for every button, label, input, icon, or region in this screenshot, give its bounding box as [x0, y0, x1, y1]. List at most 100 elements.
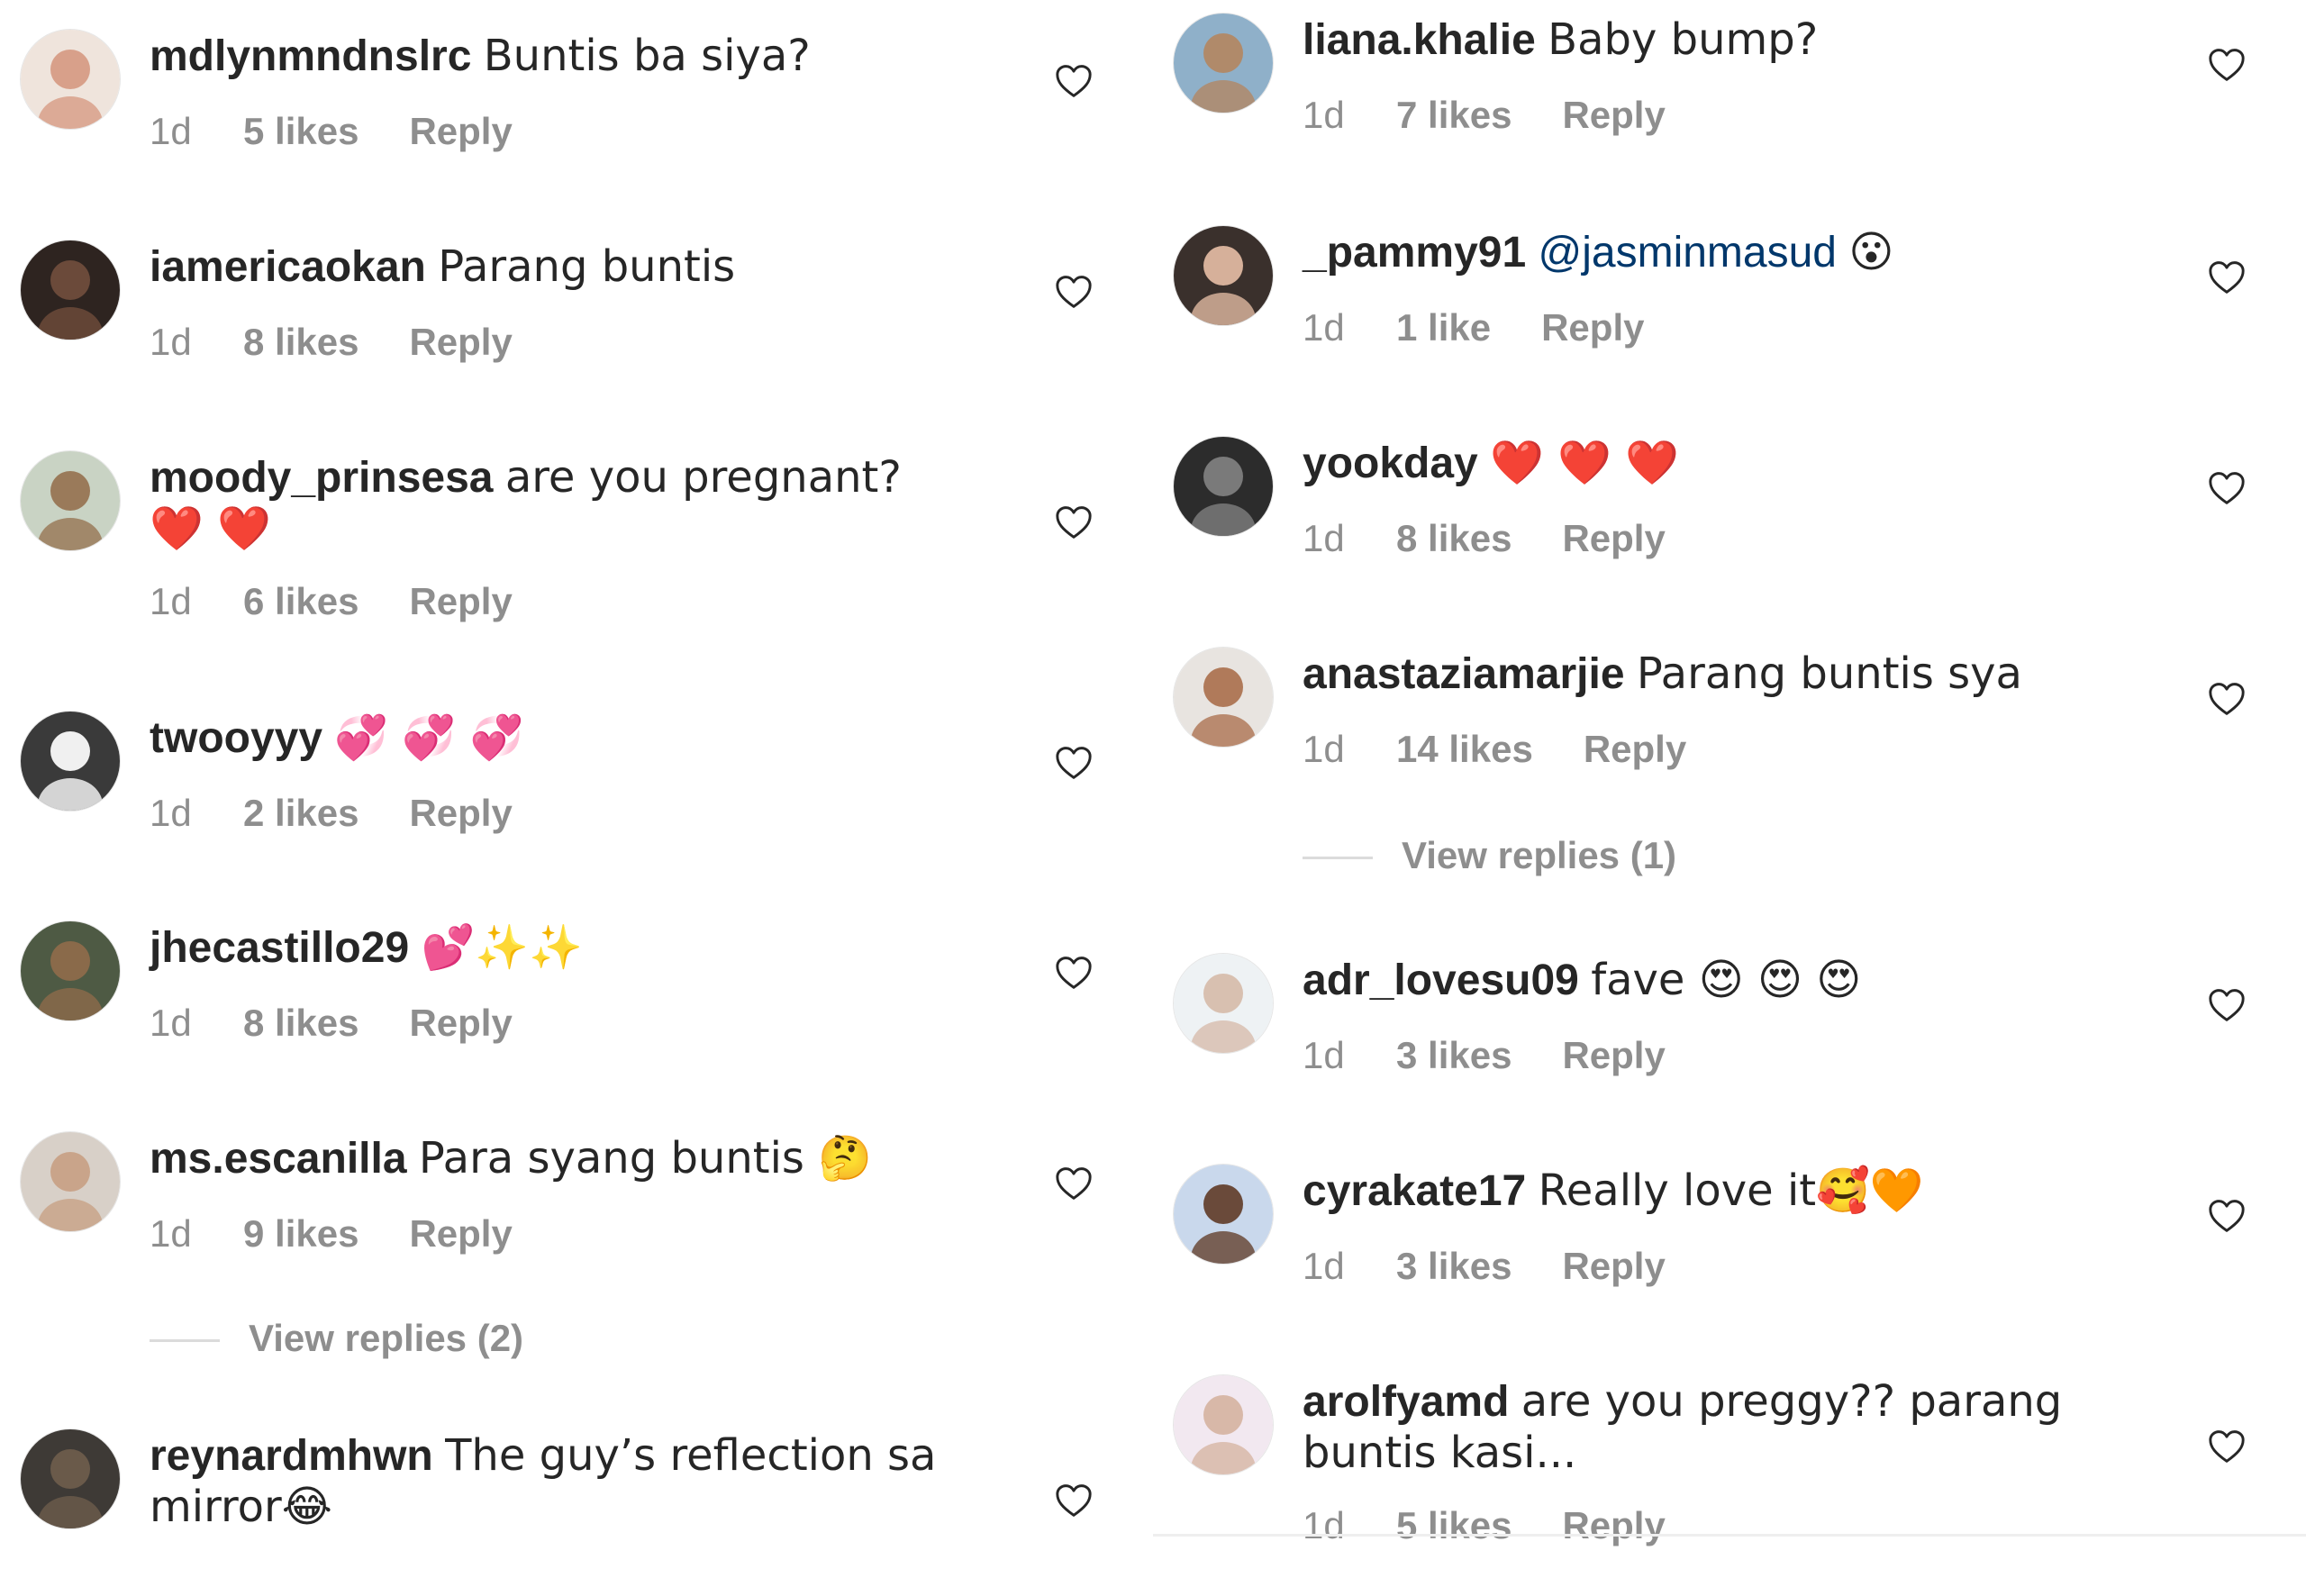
comment-username[interactable]: jhecastillo29 — [150, 924, 409, 972]
reply-button[interactable]: Reply — [409, 110, 512, 152]
heart-outline-icon[interactable] — [1054, 274, 1094, 310]
comment-username[interactable]: mdlynmndnslrc — [150, 32, 471, 80]
comment-item: twooyyy 💞 💞 💞 1d 2 likes Reply — [0, 698, 1135, 878]
likes-count[interactable]: 8 likes — [243, 1002, 359, 1044]
comment-body: Parang buntis sya — [1636, 648, 2022, 699]
comment-item: iamericaokan Parang buntis 1d 8 likes Reply — [0, 227, 1135, 407]
comment-username[interactable]: liana.khalie — [1303, 16, 1536, 64]
heart-outline-icon[interactable] — [1054, 955, 1094, 991]
avatar[interactable] — [20, 711, 121, 812]
comment-item: cyrakate17 Really love it🥰🧡 1d 3 likes Repl… — [1153, 1151, 2306, 1331]
reply-button[interactable]: Reply — [1562, 94, 1665, 136]
comment-meta: 1d 3 likes Reply — [1303, 1034, 1666, 1077]
comment-username[interactable]: cyrakate17 — [1303, 1167, 1526, 1215]
avatar[interactable] — [20, 1428, 121, 1529]
reply-button[interactable]: Reply — [1562, 517, 1665, 559]
reply-button[interactable]: Reply — [1562, 1034, 1665, 1076]
avatar[interactable] — [1173, 13, 1274, 113]
avatar[interactable] — [1173, 647, 1274, 748]
comment-item: liana.khalie Baby bump? 1d 7 likes Reply — [1153, 0, 2306, 180]
likes-count[interactable]: 5 likes — [243, 110, 359, 152]
comment-text: reynardmhwn The guy’s reflection sa mirr… — [150, 1430, 960, 1533]
avatar[interactable] — [20, 920, 121, 1021]
likes-count[interactable]: 2 likes — [243, 792, 359, 834]
comment-item: mdlynmndnslrc Buntis ba siya? 1d 5 likes Re… — [0, 16, 1135, 196]
mention-link[interactable]: @jasminmasud — [1539, 229, 1838, 277]
view-replies-label[interactable]: View replies (2) — [249, 1317, 523, 1359]
comment-username[interactable]: iamericaokan — [150, 243, 426, 291]
avatar[interactable] — [1173, 225, 1274, 326]
reply-button[interactable]: Reply — [1562, 1504, 1665, 1546]
comment-text: arolfyamd are you preggy?? parang buntis… — [1303, 1376, 2113, 1479]
reply-button[interactable]: Reply — [409, 321, 512, 363]
comment-body: Baby bump? — [1548, 14, 1819, 65]
heart-outline-icon[interactable] — [1054, 1483, 1094, 1519]
comment-username[interactable]: arolfyamd — [1303, 1378, 1509, 1426]
likes-count[interactable]: 1 like — [1396, 306, 1491, 349]
likes-count[interactable]: 3 likes — [1396, 1034, 1512, 1076]
avatar[interactable] — [1173, 436, 1274, 537]
comment-text: liana.khalie Baby bump? — [1303, 14, 2113, 66]
comment-time: 1d — [150, 1212, 192, 1255]
heart-outline-icon[interactable] — [1054, 63, 1094, 99]
comment-text: anastaziamarjie Parang buntis sya — [1303, 648, 2113, 700]
comment-body: fave 😍 😍 😍 — [1591, 955, 1862, 1005]
reply-button[interactable]: Reply — [1541, 306, 1644, 349]
comment-username[interactable]: ms.escanilla — [150, 1135, 407, 1183]
heart-outline-icon[interactable] — [2207, 1428, 2247, 1465]
heart-outline-icon[interactable] — [2207, 987, 2247, 1023]
reply-button[interactable]: Reply — [409, 1002, 512, 1044]
heart-outline-icon[interactable] — [2207, 470, 2247, 506]
comment-username[interactable]: adr_lovesu09 — [1303, 957, 1579, 1004]
comment-meta: 1d 8 likes Reply — [150, 321, 513, 364]
reply-button[interactable]: Reply — [409, 1212, 512, 1255]
heart-outline-icon[interactable] — [1054, 745, 1094, 781]
avatar[interactable] — [1173, 953, 1274, 1054]
avatar[interactable] — [20, 29, 121, 130]
heart-outline-icon[interactable] — [2207, 47, 2247, 83]
comment-meta: 1d 6 likes Reply — [150, 580, 513, 623]
reply-button[interactable]: Reply — [409, 792, 512, 834]
likes-count[interactable]: 7 likes — [1396, 94, 1512, 136]
avatar[interactable] — [1173, 1164, 1274, 1265]
heart-outline-icon[interactable] — [1054, 1165, 1094, 1202]
heart-outline-icon[interactable] — [2207, 1198, 2247, 1234]
view-replies-label[interactable]: View replies (1) — [1402, 834, 1676, 876]
likes-count[interactable]: 14 likes — [1396, 728, 1533, 770]
comment-username[interactable]: _pammy91 — [1303, 229, 1526, 277]
comment-text: _pammy91 @jasminmasud 😮 — [1303, 227, 2113, 278]
likes-count[interactable]: 8 likes — [1396, 517, 1512, 559]
heart-outline-icon[interactable] — [2207, 681, 2247, 717]
reply-button[interactable]: Reply — [1562, 1245, 1665, 1287]
comment-meta: 1d 9 likes Reply — [150, 1212, 513, 1256]
avatar[interactable] — [1173, 1374, 1274, 1475]
view-replies-button[interactable]: View replies (1) — [1303, 834, 1676, 877]
likes-count[interactable]: 9 likes — [243, 1212, 359, 1255]
comment-meta: 1d 8 likes Reply — [150, 1002, 513, 1045]
avatar[interactable] — [20, 240, 121, 340]
comment-username[interactable]: anastaziamarjie — [1303, 650, 1625, 698]
heart-outline-icon[interactable] — [1054, 504, 1094, 540]
comment-body: Buntis ba siya? — [483, 31, 811, 81]
comment-body: Really love it🥰🧡 — [1538, 1165, 1924, 1216]
reply-button[interactable]: Reply — [409, 580, 512, 622]
comment-username[interactable]: moody_prinsesa — [150, 454, 493, 502]
view-replies-line — [1303, 857, 1373, 860]
comment-time: 1d — [1303, 1504, 1345, 1546]
comment-text: adr_lovesu09 fave 😍 😍 😍 — [1303, 955, 2113, 1006]
likes-count[interactable]: 8 likes — [243, 321, 359, 363]
comment-username[interactable]: yookday — [1303, 440, 1478, 487]
comment-item: reynardmhwn The guy’s reflection sa mirr… — [0, 1416, 1135, 1596]
view-replies-button[interactable]: View replies (2) — [150, 1317, 523, 1360]
likes-count[interactable]: 5 likes — [1396, 1504, 1512, 1546]
comment-username[interactable]: twooyyy — [150, 714, 322, 762]
comment-username[interactable]: reynardmhwn — [150, 1432, 433, 1480]
heart-outline-icon[interactable] — [2207, 259, 2247, 295]
comment-time: 1d — [150, 580, 192, 622]
avatar[interactable] — [20, 450, 121, 551]
reply-button[interactable]: Reply — [1584, 728, 1686, 770]
avatar[interactable] — [20, 1131, 121, 1232]
likes-count[interactable]: 6 likes — [243, 580, 359, 622]
comment-item: arolfyamd are you preggy?? parang buntis… — [1153, 1362, 2306, 1546]
likes-count[interactable]: 3 likes — [1396, 1245, 1512, 1287]
